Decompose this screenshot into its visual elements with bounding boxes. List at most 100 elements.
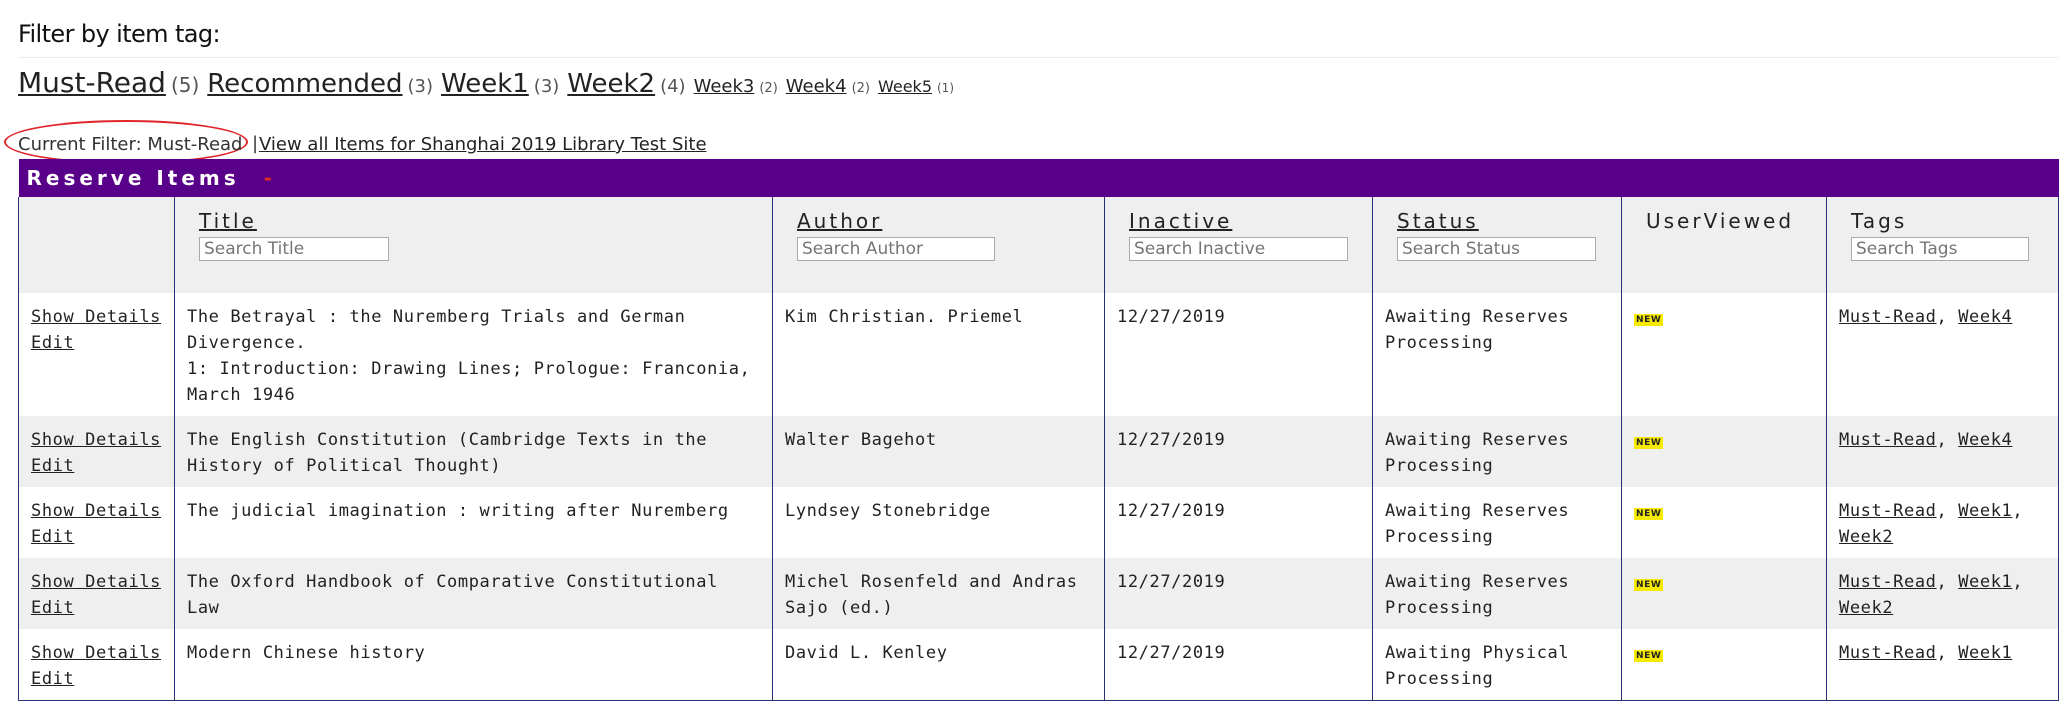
tag-link[interactable]: Week4 [786, 76, 847, 97]
show-details-link[interactable]: Show Details [31, 498, 162, 524]
row-title: The judicial imagination : writing after… [174, 487, 773, 558]
item-title: The Betrayal : the Nuremberg Trials and … [187, 307, 686, 353]
header-tags: Tags [1825, 197, 2060, 293]
current-filter-label: Current Filter: Must-Read [18, 134, 243, 155]
search-inactive-input[interactable] [1129, 237, 1348, 261]
row-status: Awaiting Reserves Processing [1372, 416, 1622, 487]
row-title: The Betrayal : the Nuremberg Trials and … [174, 293, 773, 416]
item-tag-link[interactable]: Must-Read [1839, 501, 1937, 521]
tag-link[interactable]: Recommended [207, 69, 402, 99]
tag-filter-0: Must-Read (5) [18, 66, 199, 99]
search-author-input[interactable] [797, 237, 995, 261]
filter-heading: Filter by item tag: [18, 20, 221, 48]
item-title: Modern Chinese history [187, 643, 426, 663]
tag-link[interactable]: Week5 [878, 77, 932, 96]
item-tag-link[interactable]: Week2 [1839, 598, 1893, 618]
caption-mark: - [263, 166, 272, 190]
edit-link[interactable]: Edit [31, 453, 162, 479]
item-tag-link[interactable]: Must-Read [1839, 307, 1937, 327]
sort-author-link[interactable]: Author [797, 209, 1104, 233]
item-tag-link[interactable]: Week1 [1958, 501, 2012, 521]
table-row: Show Details Edit The judicial imagination… [18, 487, 2060, 558]
item-tag-link[interactable]: Week2 [1839, 527, 1893, 547]
item-tag-link[interactable]: Must-Read [1839, 430, 1937, 450]
tag-filter-1: Recommended (3) [207, 69, 433, 99]
edit-link[interactable]: Edit [31, 330, 162, 356]
edit-link[interactable]: Edit [31, 524, 162, 550]
sort-inactive-link[interactable]: Inactive [1129, 209, 1372, 233]
row-tags: Must-Read, Week1, Week2 [1825, 558, 2060, 629]
view-all-items-link[interactable]: View all Items for Shanghai 2019 Library… [259, 134, 707, 155]
show-details-link[interactable]: Show Details [31, 640, 162, 666]
edit-link[interactable]: Edit [31, 595, 162, 621]
tag-count: (3) [407, 76, 434, 97]
heading-divider [18, 57, 2058, 58]
new-badge: NEW [1634, 508, 1664, 520]
tag-count: (2) [851, 81, 870, 96]
row-title: The Oxford Handbook of Comparative Const… [174, 558, 773, 629]
row-inactive: 12/27/2019 [1104, 416, 1373, 487]
reserve-items-table: Reserve Items- Title Author Inactive Sta… [18, 159, 2060, 701]
row-userviewed: NEW [1621, 487, 1827, 558]
header-status: Status [1372, 197, 1622, 293]
tag-filter-4: Week3 (2) [694, 76, 778, 97]
tag-link[interactable]: Must-Read [18, 66, 166, 99]
sort-title-link[interactable]: Title [199, 209, 772, 233]
item-tag-link[interactable]: Week1 [1958, 572, 2012, 592]
item-tag-link[interactable]: Week4 [1958, 307, 2012, 327]
item-tag-link[interactable]: Week4 [1958, 430, 2012, 450]
tag-filter-5: Week4 (2) [786, 76, 870, 97]
tag-filter-3: Week2 (4) [567, 69, 685, 99]
new-badge: NEW [1634, 650, 1664, 662]
header-row: Title Author Inactive Status UserViewed … [18, 197, 2060, 293]
row-title: The English Constitution (Cambridge Text… [174, 416, 773, 487]
search-status-input[interactable] [1397, 237, 1596, 261]
tag-cloud: Must-Read (5) Recommended (3) Week1 (3) Week2(… [18, 66, 962, 99]
row-author: Kim Christian. Priemel [772, 293, 1105, 416]
row-inactive: 12/27/2019 [1104, 487, 1373, 558]
row-actions: Show Details Edit [18, 487, 175, 558]
row-userviewed: NEW [1621, 416, 1827, 487]
row-status: Awaiting Reserves Processing [1372, 558, 1622, 629]
sort-status-link[interactable]: Status [1397, 209, 1621, 233]
search-tags-input[interactable] [1851, 237, 2029, 261]
row-tags: Must-Read, Week4 [1825, 416, 2060, 487]
tag-link[interactable]: Week2 [567, 69, 655, 99]
row-author: Walter Bagehot [772, 416, 1105, 487]
new-badge: NEW [1634, 437, 1664, 449]
row-author: Michel Rosenfeld and Andras Sajo (ed.) [772, 558, 1105, 629]
tags-label: Tags [1851, 209, 1908, 233]
row-status: Awaiting Reserves Processing [1372, 293, 1622, 416]
table-caption: Reserve Items - [18, 159, 2059, 197]
header-inactive: Inactive [1104, 197, 1373, 293]
item-tag-link[interactable]: Week1 [1958, 643, 2012, 663]
table-body: Show Details Edit The Betrayal : the Nurem… [18, 293, 2060, 701]
item-tag-link[interactable]: Must-Read [1839, 643, 1937, 663]
tag-count: (3) [533, 76, 560, 97]
tag-filter-6: Week5 (1) [878, 77, 954, 96]
tag-link[interactable]: Week3 [694, 76, 755, 97]
row-actions: Show Details Edit [18, 293, 175, 416]
separator: | [252, 133, 259, 154]
row-tags: Must-Read, Week1 [1825, 629, 2060, 701]
row-userviewed: NEW [1621, 629, 1827, 701]
row-inactive: 12/27/2019 [1104, 293, 1373, 416]
item-title: The judicial imagination : writing after… [187, 501, 729, 521]
row-tags: Must-Read, Week1, Week2 [1825, 487, 2060, 558]
search-title-input[interactable] [199, 237, 389, 261]
show-details-link[interactable]: Show Details [31, 569, 162, 595]
show-details-link[interactable]: Show Details [31, 304, 162, 330]
item-title: The Oxford Handbook of Comparative Const… [187, 572, 718, 618]
row-actions: Show Details Edit [18, 558, 175, 629]
row-author: David L. Kenley [772, 629, 1105, 701]
item-tag-link[interactable]: Must-Read [1839, 572, 1937, 592]
row-author: Lyndsey Stonebridge [772, 487, 1105, 558]
row-userviewed: NEW [1621, 558, 1827, 629]
edit-link[interactable]: Edit [31, 666, 162, 692]
show-details-link[interactable]: Show Details [31, 427, 162, 453]
header-userviewed: UserViewed [1621, 197, 1827, 293]
tag-link[interactable]: Week1 [441, 69, 529, 99]
header-author: Author [772, 197, 1105, 293]
table-row: Show Details Edit The English Constitution… [18, 416, 2060, 487]
table-row: Show Details Edit The Betrayal : the Nurem… [18, 293, 2060, 416]
